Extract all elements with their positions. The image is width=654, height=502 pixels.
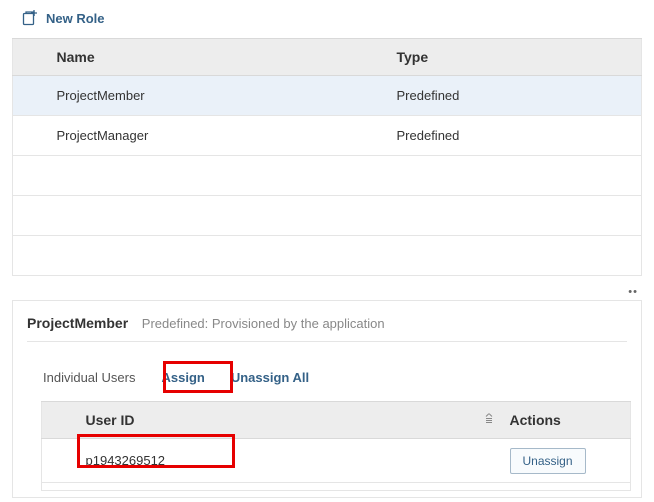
roles-header-type[interactable]: Type xyxy=(389,39,642,76)
user-id-cell: p1943269512 xyxy=(78,439,502,483)
table-row-empty xyxy=(13,236,642,276)
role-detail-panel: ProjectMember Predefined: Provisioned by… xyxy=(12,300,642,498)
more-indicator: •• xyxy=(12,286,642,296)
sort-icon[interactable] xyxy=(484,414,494,427)
user-actions-bar: Individual Users Assign Unassign All xyxy=(27,356,627,401)
new-role-button[interactable]: New Role xyxy=(12,4,642,32)
unassign-all-button[interactable]: Unassign All xyxy=(231,370,309,385)
role-type-cell: Predefined xyxy=(389,76,642,116)
roles-header-spacer xyxy=(13,39,49,76)
table-row[interactable]: ProjectMember Predefined xyxy=(13,76,642,116)
role-type-cell: Predefined xyxy=(389,116,642,156)
assign-button[interactable]: Assign xyxy=(152,366,215,389)
individual-users-tab[interactable]: Individual Users xyxy=(43,370,136,385)
unassign-button[interactable]: Unassign xyxy=(510,448,586,474)
users-table: User ID Actions p1943269512 Unassign xyxy=(41,401,631,491)
table-row[interactable]: p1943269512 Unassign xyxy=(42,439,631,483)
roles-header-name[interactable]: Name xyxy=(49,39,389,76)
user-actions-cell: Unassign xyxy=(502,439,631,483)
detail-title: ProjectMember xyxy=(27,315,128,331)
table-row[interactable]: ProjectManager Predefined xyxy=(13,116,642,156)
table-row-empty xyxy=(13,196,642,236)
roles-table: Name Type ProjectMember Predefined Proje… xyxy=(12,38,642,276)
new-role-label: New Role xyxy=(46,11,105,26)
detail-subtitle: Predefined: Provisioned by the applicati… xyxy=(142,316,385,331)
new-role-icon xyxy=(22,10,38,26)
users-header-actions: Actions xyxy=(502,402,631,439)
detail-header: ProjectMember Predefined: Provisioned by… xyxy=(27,315,627,342)
users-header-userid[interactable]: User ID xyxy=(78,402,502,439)
users-header-userid-label: User ID xyxy=(86,412,135,428)
users-header-spacer xyxy=(42,402,78,439)
table-row-empty xyxy=(13,156,642,196)
table-row-empty xyxy=(42,483,631,491)
role-name-cell: ProjectMember xyxy=(49,76,389,116)
role-name-cell: ProjectManager xyxy=(49,116,389,156)
